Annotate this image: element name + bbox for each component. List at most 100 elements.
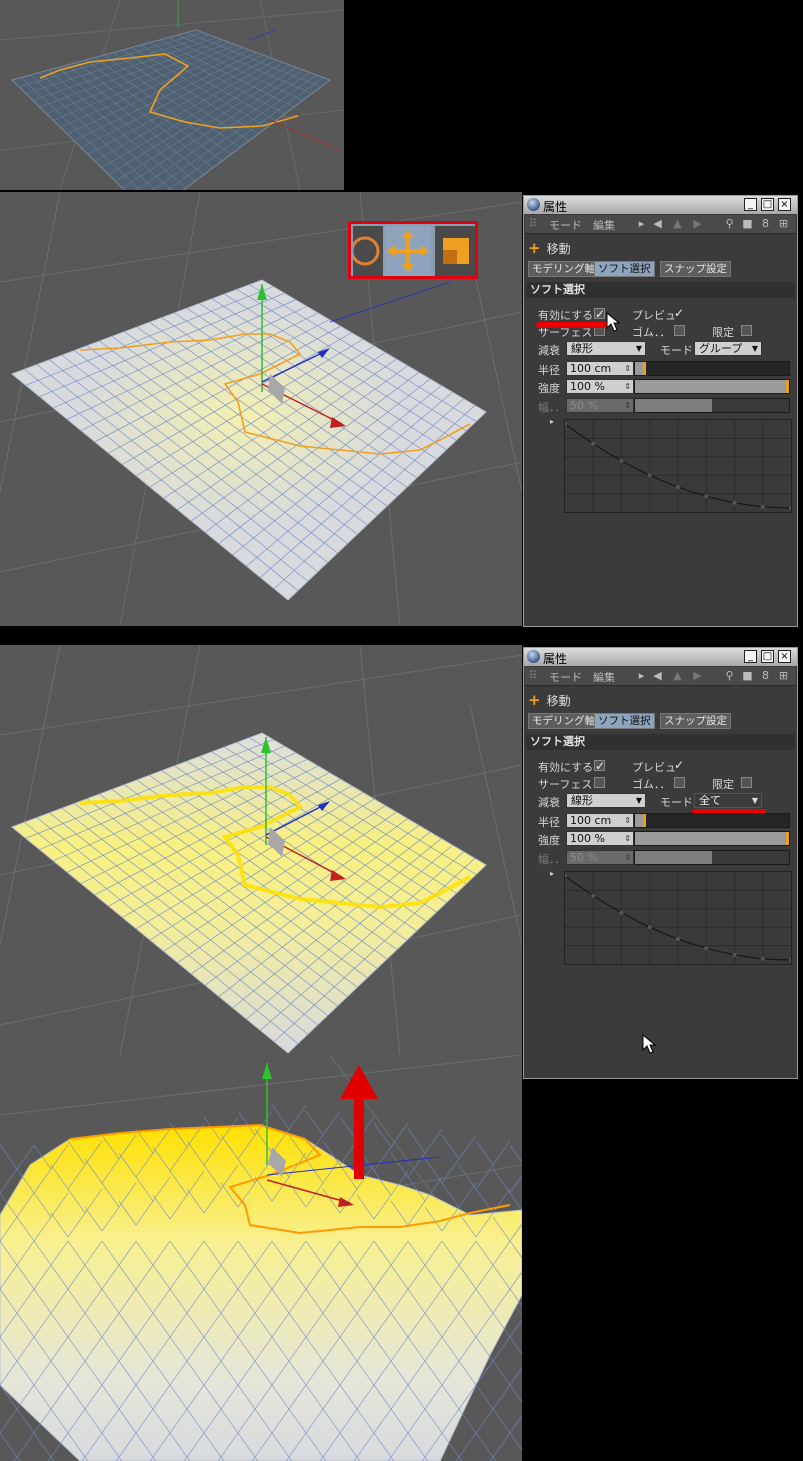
strength-slider-fill [635, 380, 789, 393]
strength-slider-fill [635, 832, 789, 845]
panel-titlebar[interactable]: 属性 _ □ × [524, 196, 797, 214]
tab-modeling-axis[interactable]: モデリング軸 [528, 261, 599, 277]
strength-label: 強度 [538, 834, 560, 847]
back-arrow-icon[interactable]: ◀ [651, 669, 664, 682]
mode-dropdown[interactable]: グループ ▼ [694, 341, 762, 356]
tab-soft-selection[interactable]: ソフト選択 [594, 261, 655, 277]
falloff-graph[interactable] [563, 871, 793, 965]
preview-label: プレビュ [632, 309, 676, 322]
back-arrow-icon[interactable]: ◀ [651, 217, 664, 230]
width-label: 幅．． [538, 401, 566, 414]
mouse-cursor-icon [642, 1034, 656, 1054]
panel-orb-icon [527, 198, 540, 211]
falloff-curve [563, 420, 793, 512]
falloff-graph[interactable] [563, 419, 793, 513]
surface-label: サーフェス [538, 778, 593, 791]
panel-menubar: ⠿ モード 編集 ▸ ◀ ▲ ▶ ⚲ ■ 8 ⊞ [525, 667, 796, 686]
search-icon[interactable]: ⚲ [723, 669, 736, 682]
radius-field[interactable]: 100 cm ⇕ [566, 361, 634, 376]
plane-object[interactable] [11, 732, 487, 1054]
section-header: ソフト選択 [526, 282, 795, 298]
object-row: + 移動 [528, 691, 571, 709]
scale-tool-icon[interactable] [435, 226, 475, 276]
enable-label: 有効にする [538, 761, 594, 774]
rotate-tool-icon[interactable] [350, 226, 383, 276]
mode-label: モード [660, 796, 693, 809]
search-icon[interactable]: ⚲ [723, 217, 736, 230]
enable-checkbox[interactable]: ✓ [594, 308, 605, 320]
object-row: + 移動 [528, 239, 571, 257]
preview-check-icon[interactable]: ✓ [674, 759, 684, 771]
mode-label: モード [660, 344, 693, 357]
arrow-right-icon[interactable]: ▸ [635, 669, 648, 682]
strength-field[interactable]: 100 % ⇕ [566, 379, 634, 394]
radius-label: 半径 [538, 364, 560, 377]
link-icon[interactable]: 8 [759, 669, 772, 682]
viewport-lower[interactable] [0, 645, 522, 1055]
tab-soft-selection[interactable]: ソフト選択 [594, 713, 655, 729]
up-arrow-icon[interactable]: ▲ [671, 217, 684, 230]
lock-icon[interactable]: ■ [741, 669, 754, 682]
panel-orb-icon [527, 650, 540, 663]
mode-dropdown[interactable]: 全て ▼ [694, 793, 762, 808]
falloff-curve [563, 872, 793, 964]
limit-checkbox[interactable] [741, 777, 752, 788]
strength-slider[interactable] [634, 379, 790, 394]
graph-expand-icon[interactable]: ▸ [550, 417, 554, 426]
link-icon[interactable]: 8 [759, 217, 772, 230]
radius-slider-mark [642, 362, 646, 375]
panel-menubar: ⠿ モード 編集 ▸ ◀ ▲ ▶ ⚲ ■ 8 ⊞ [525, 215, 796, 234]
preview-check-icon[interactable]: ✓ [674, 307, 684, 319]
enable-checkbox[interactable]: ✓ [594, 760, 605, 772]
minimize-button[interactable]: _ [744, 198, 757, 211]
radius-field[interactable]: 100 cm ⇕ [566, 813, 634, 828]
lock-icon[interactable]: ■ [741, 217, 754, 230]
close-button[interactable]: × [778, 650, 791, 663]
limit-checkbox[interactable] [741, 325, 752, 336]
falloff-dropdown[interactable]: 線形 ▼ [566, 793, 646, 808]
attributes-panel-2: 属性 _ □ × ⠿ モード 編集 ▸ ◀ ▲ ▶ ⚲ ■ 8 ⊞ + 移動 モデ… [523, 647, 798, 1079]
up-arrow-icon[interactable]: ▲ [671, 669, 684, 682]
move-object-icon: + [528, 239, 541, 257]
maximize-button[interactable]: □ [761, 198, 774, 211]
deformed-plane-object[interactable] [0, 1124, 522, 1461]
radius-slider[interactable] [634, 361, 790, 376]
maximize-button[interactable]: □ [761, 650, 774, 663]
forward-arrow-icon[interactable]: ▶ [691, 217, 704, 230]
forward-arrow-icon[interactable]: ▶ [691, 669, 704, 682]
menu-mode[interactable]: モード [549, 669, 582, 685]
graph-expand-icon[interactable]: ▸ [550, 869, 554, 878]
new-panel-icon[interactable]: ⊞ [777, 669, 790, 682]
tab-snap-settings[interactable]: スナップ設定 [660, 261, 731, 277]
tab-snap-settings[interactable]: スナップ設定 [660, 713, 731, 729]
close-button[interactable]: × [778, 198, 791, 211]
plane-object[interactable] [11, 279, 487, 601]
panel-titlebar[interactable]: 属性 _ □ × [524, 648, 797, 666]
strength-field[interactable]: 100 % ⇕ [566, 831, 634, 846]
menu-mode[interactable]: モード [549, 217, 582, 233]
surface-checkbox[interactable] [594, 777, 605, 788]
tab-modeling-axis[interactable]: モデリング軸 [528, 713, 599, 729]
falloff-dropdown[interactable]: 線形 ▼ [566, 341, 646, 356]
falloff-label: 減衰 [538, 796, 560, 809]
menu-edit[interactable]: 編集 [593, 217, 615, 233]
strength-slider[interactable] [634, 831, 790, 846]
width-slider-fill [635, 399, 712, 412]
menu-edit[interactable]: 編集 [593, 669, 615, 685]
strength-label: 強度 [538, 382, 560, 395]
rubber-checkbox[interactable] [674, 325, 685, 336]
arrow-right-icon[interactable]: ▸ [635, 217, 648, 230]
rubber-checkbox[interactable] [674, 777, 685, 788]
move-tool-icon[interactable] [385, 226, 431, 276]
preview-label: プレビュ [632, 761, 676, 774]
tool-palette-highlight [348, 221, 478, 279]
new-panel-icon[interactable]: ⊞ [777, 217, 790, 230]
grip-icon: ⠿ [529, 217, 538, 230]
viewport-top-preview[interactable] [0, 0, 344, 190]
viewport-deformed[interactable] [0, 1055, 522, 1461]
grip-icon: ⠿ [529, 669, 538, 682]
radius-slider[interactable] [634, 813, 790, 828]
radius-slider-mark [642, 814, 646, 827]
width-label: 幅．． [538, 853, 566, 866]
minimize-button[interactable]: _ [744, 650, 757, 663]
